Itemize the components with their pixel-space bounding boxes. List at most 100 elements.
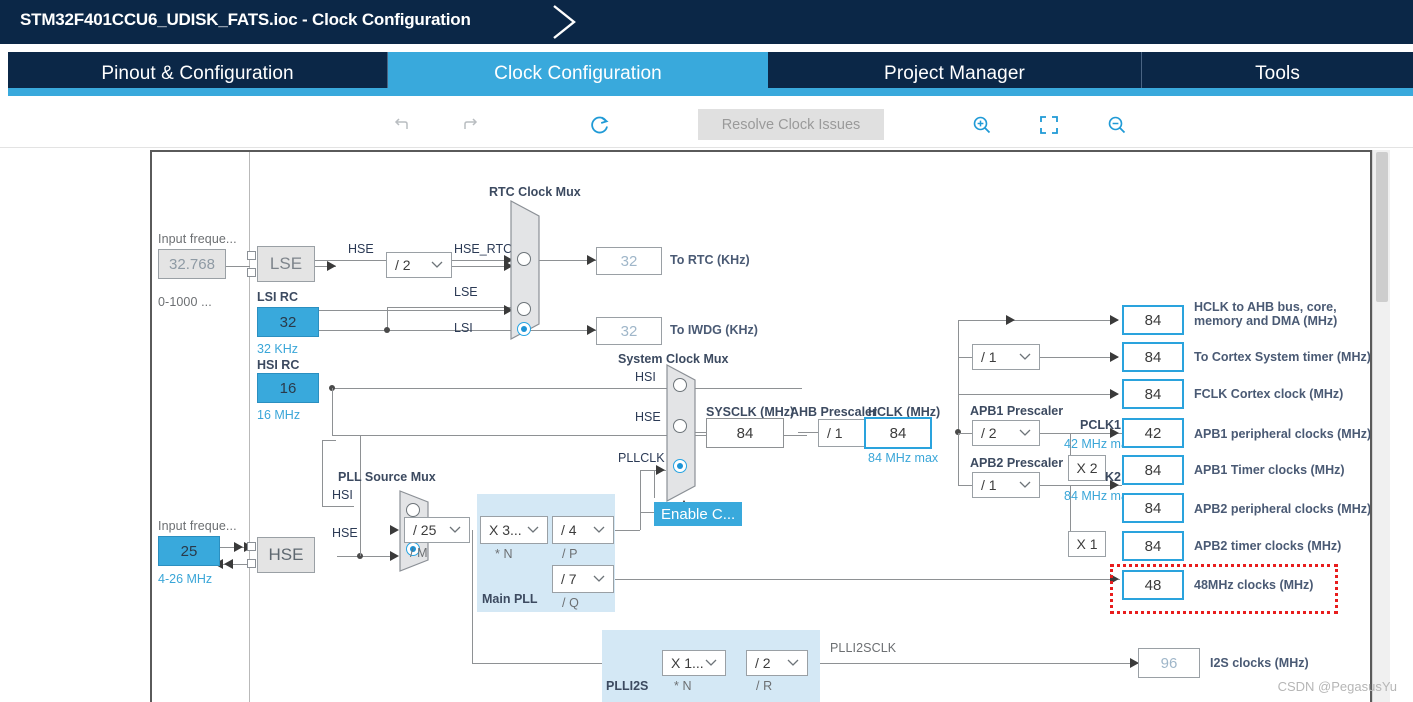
pll-mux-hsi-label: HSI: [332, 488, 353, 502]
sys-mux-option-hse[interactable]: [673, 419, 687, 433]
sys-mux-option-hsi[interactable]: [673, 378, 687, 392]
right-margin: [1390, 148, 1413, 702]
output-apb2-peripheral-label: APB2 peripheral clocks (MHz): [1194, 502, 1372, 516]
lse-input-freq-field[interactable]: 32.768: [158, 249, 226, 279]
chevron-down-icon: [703, 659, 719, 667]
iwdg-output-label: To IWDG (KHz): [670, 323, 758, 337]
rtc-output-label: To RTC (KHz): [670, 253, 750, 267]
sysclk-value[interactable]: 84: [706, 418, 784, 448]
lsi-rc-value[interactable]: 32: [257, 307, 319, 337]
cortex-prescaler-select[interactable]: / 1: [972, 344, 1040, 370]
plli2s-n-caption: * N: [674, 679, 692, 693]
output-apb1-peripheral-value[interactable]: 42: [1122, 418, 1184, 448]
output-hclk-ahb-value[interactable]: 84: [1122, 305, 1184, 335]
pll-m-divider-select[interactable]: / 25: [404, 517, 470, 543]
pll-m-caption: / M: [410, 546, 428, 560]
plli2s-n-multiplier-select[interactable]: X 1...: [662, 650, 726, 676]
lse-range-label: 0-1000 ...: [158, 295, 212, 309]
rtc-mux-option-lse[interactable]: [517, 302, 531, 316]
watermark: CSDN @PegasusYu: [1277, 679, 1397, 694]
hse-rtc-divider-select[interactable]: / 2: [386, 252, 452, 278]
plli2s-r-divider-select[interactable]: / 2: [746, 650, 808, 676]
apb2-prescaler-label: APB2 Prescaler: [970, 456, 1064, 470]
pll-mux-option-hsi[interactable]: [406, 503, 420, 517]
canvas-vertical-scrollbar[interactable]: [1372, 150, 1390, 702]
pll-n-multiplier-value: X 3...: [489, 522, 522, 538]
fit-to-screen-icon[interactable]: [1032, 110, 1066, 140]
redo-icon[interactable]: [453, 110, 487, 140]
refresh-icon[interactable]: [583, 110, 617, 140]
hse-rtc-signal-label: HSE_RTC: [454, 242, 513, 256]
lsi-signal-label: LSI: [454, 321, 473, 335]
enable-css-button[interactable]: Enable C...: [654, 502, 742, 526]
rtc-mux-option-lsi[interactable]: [517, 322, 531, 336]
pll-q-caption: / Q: [562, 596, 579, 610]
pll-mux-hse-label: HSE: [332, 526, 358, 540]
sys-mux-hsi-label: HSI: [635, 370, 656, 384]
resolve-clock-issues-button[interactable]: Resolve Clock Issues: [698, 109, 884, 140]
plli2s-r-divider-value: / 2: [755, 655, 771, 671]
cortex-prescaler-value: / 1: [981, 349, 997, 365]
plli2s-n-multiplier-value: X 1...: [671, 655, 704, 671]
lse-pin-in: [247, 251, 256, 260]
iwdg-output-value: 32: [596, 317, 662, 345]
chevron-down-icon: [1017, 481, 1033, 489]
pll-p-divider-select[interactable]: / 4: [552, 516, 614, 544]
lse-oscillator[interactable]: LSE: [257, 246, 315, 282]
output-fclk-cortex-value[interactable]: 84: [1122, 379, 1184, 409]
tab-underline: [8, 88, 1413, 96]
plli2sclk-label: PLLI2SCLK: [830, 641, 897, 655]
rtc-clock-mux-title: RTC Clock Mux: [489, 185, 581, 199]
pll-p-divider-value: / 4: [561, 522, 577, 538]
app-window: STM32F401CCU6_UDISK_FATS.ioc - Clock Con…: [0, 0, 1413, 702]
rtc-clock-mux[interactable]: [510, 200, 540, 340]
apb2-prescaler-value: / 1: [981, 477, 997, 493]
scrollbar-thumb[interactable]: [1376, 152, 1388, 302]
chevron-down-icon: [591, 526, 607, 534]
apb2-prescaler-select[interactable]: / 1: [972, 472, 1040, 498]
main-pll-group-label: Main PLL: [482, 592, 538, 606]
apb1-prescaler-value: / 2: [981, 425, 997, 441]
plli2s-r-caption: / R: [756, 679, 773, 693]
output-48mhz-label: 48MHz clocks (MHz): [1194, 578, 1314, 592]
hsi-rc-unit: 16 MHz: [257, 408, 301, 422]
sys-mux-pllclk-label: PLLCLK: [618, 451, 665, 465]
page-title: STM32F401CCU6_UDISK_FATS.ioc - Clock Con…: [20, 10, 471, 29]
lsi-rc-title: LSI RC: [257, 290, 298, 304]
chevron-right-icon: [553, 5, 576, 39]
hse-input-freq-field[interactable]: 25: [158, 536, 220, 566]
lse-pin-out: [247, 268, 256, 277]
output-apb1-timer-label: APB1 Timer clocks (MHz): [1194, 463, 1345, 477]
output-48mhz-value[interactable]: 48: [1122, 570, 1184, 600]
pll-n-multiplier-select[interactable]: X 3...: [480, 516, 548, 544]
output-cortex-systimer-value[interactable]: 84: [1122, 342, 1184, 372]
hse-oscillator[interactable]: HSE: [257, 537, 315, 573]
apb1-timer-multiplier: X 2: [1068, 455, 1106, 481]
hse-pin-out: [247, 559, 256, 568]
clock-tree-canvas[interactable]: Input freque... 32.768 0-1000 ... LSE HS…: [150, 150, 1372, 702]
sys-mux-option-pllclk[interactable]: [673, 459, 687, 473]
output-apb2-timer-value[interactable]: 84: [1122, 531, 1184, 561]
hsi-rc-value[interactable]: 16: [257, 373, 319, 403]
output-apb2-peripheral-value[interactable]: 84: [1122, 493, 1184, 523]
output-i2s-label: I2S clocks (MHz): [1210, 656, 1309, 670]
ahb-prescaler-value: / 1: [827, 425, 843, 441]
undo-icon[interactable]: [385, 110, 419, 140]
hse-range-label: 4-26 MHz: [158, 572, 213, 586]
zoom-in-icon[interactable]: [965, 110, 999, 140]
output-apb1-timer-value[interactable]: 84: [1122, 455, 1184, 485]
hclk-value[interactable]: 84: [864, 417, 932, 449]
rtc-mux-option-hse-rtc[interactable]: [517, 252, 531, 266]
zoom-out-icon[interactable]: [1100, 110, 1134, 140]
pll-m-divider-value: / 25: [413, 522, 437, 538]
sys-mux-hse-label: HSE: [635, 410, 661, 424]
apb1-prescaler-select[interactable]: / 2: [972, 420, 1040, 446]
output-hclk-ahb-label: HCLK to AHB bus, core, memory and DMA (MH…: [1194, 300, 1338, 328]
pll-source-mux-title: PLL Source Mux: [338, 470, 436, 484]
output-fclk-cortex-label: FCLK Cortex clock (MHz): [1194, 387, 1344, 401]
pll-q-divider-select[interactable]: / 7: [552, 565, 614, 593]
chevron-down-icon: [525, 526, 541, 534]
chevron-down-icon: [429, 261, 445, 269]
pll-n-caption: * N: [495, 547, 513, 561]
output-apb2-timer-label: APB2 timer clocks (MHz): [1194, 539, 1342, 553]
